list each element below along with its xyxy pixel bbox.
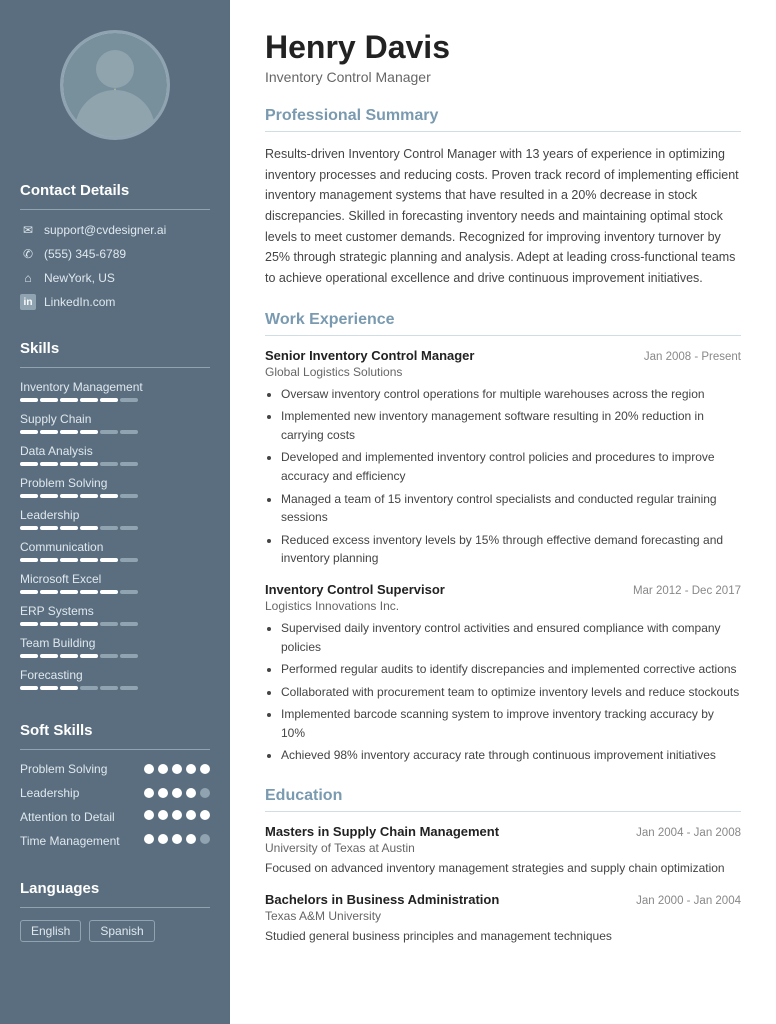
list-item: Developed and implemented inventory cont… (281, 448, 741, 485)
avatar (60, 30, 170, 140)
language-tags: English Spanish (20, 920, 210, 942)
home-icon: ⌂ (20, 270, 36, 286)
languages-section: Languages English Spanish (0, 880, 230, 942)
linkedin-icon: in (20, 294, 36, 310)
person-title: Inventory Control Manager (265, 69, 741, 85)
soft-skills-section: Soft Skills Problem Solving Leadership A… (0, 722, 230, 858)
soft-skill-problem-solving: Problem Solving (20, 762, 210, 776)
contact-title: Contact Details (20, 182, 210, 199)
job-1-bullets: Oversaw inventory control operations for… (265, 385, 741, 568)
skills-section: Skills Inventory Management Supply Chain… (0, 340, 230, 700)
job-2-title: Inventory Control Supervisor (265, 582, 445, 597)
skills-divider (20, 367, 210, 368)
soft-skills-title: Soft Skills (20, 722, 210, 739)
edu-2-header: Bachelors in Business Administration Jan… (265, 892, 741, 907)
soft-skill-leadership: Leadership (20, 786, 210, 800)
job-2-company: Logistics Innovations Inc. (265, 599, 741, 613)
contact-divider (20, 209, 210, 210)
job-2-dates: Mar 2012 - Dec 2017 (633, 585, 741, 597)
contact-section: Contact Details ✉ support@cvdesigner.ai … (0, 182, 230, 318)
job-2-header: Inventory Control Supervisor Mar 2012 - … (265, 582, 741, 597)
languages-title: Languages (20, 880, 210, 897)
list-item: Reduced excess inventory levels by 15% t… (281, 531, 741, 568)
edu-1-school: University of Texas at Austin (265, 841, 741, 855)
contact-phone: ✆ (555) 345-6789 (20, 246, 210, 262)
job-2-bullets: Supervised daily inventory control activ… (265, 619, 741, 765)
edu-2-degree: Bachelors in Business Administration (265, 892, 499, 907)
soft-skill-dots (144, 834, 210, 844)
soft-skill-dots (144, 764, 210, 774)
main-content: Henry Davis Inventory Control Manager Pr… (230, 0, 776, 1024)
experience-section-title: Work Experience (265, 311, 741, 329)
list-item: Achieved 98% inventory accuracy rate thr… (281, 746, 741, 765)
contact-address: ⌂ NewYork, US (20, 270, 210, 286)
list-item: Managed a team of 15 inventory control s… (281, 490, 741, 527)
skill-team-building: Team Building (20, 636, 210, 658)
edu-2-desc: Studied general business principles and … (265, 927, 741, 946)
education-section-title: Education (265, 787, 741, 805)
contact-email: ✉ support@cvdesigner.ai (20, 222, 210, 238)
lang-english: English (20, 920, 81, 942)
skill-data-analysis: Data Analysis (20, 444, 210, 466)
skill-microsoft-excel: Microsoft Excel (20, 572, 210, 594)
job-1-company: Global Logistics Solutions (265, 365, 741, 379)
skill-forecasting: Forecasting (20, 668, 210, 690)
list-item: Oversaw inventory control operations for… (281, 385, 741, 404)
soft-skill-attention-detail: Attention to Detail (20, 810, 210, 824)
person-name: Henry Davis (265, 30, 741, 65)
list-item: Performed regular audits to identify dis… (281, 660, 741, 679)
skills-title: Skills (20, 340, 210, 357)
lang-spanish: Spanish (89, 920, 154, 942)
summary-divider (265, 131, 741, 132)
contact-linkedin: in LinkedIn.com (20, 294, 210, 310)
experience-divider (265, 335, 741, 336)
summary-section-title: Professional Summary (265, 107, 741, 125)
phone-icon: ✆ (20, 246, 36, 262)
list-item: Collaborated with procurement team to op… (281, 683, 741, 702)
job-1-header: Senior Inventory Control Manager Jan 200… (265, 348, 741, 363)
skill-erp-systems: ERP Systems (20, 604, 210, 626)
edu-2-school: Texas A&M University (265, 909, 741, 923)
list-item: Implemented new inventory management sof… (281, 407, 741, 444)
email-icon: ✉ (20, 222, 36, 238)
edu-2-dates: Jan 2000 - Jan 2004 (636, 895, 741, 907)
skill-communication: Communication (20, 540, 210, 562)
skill-leadership: Leadership (20, 508, 210, 530)
soft-skill-dots (144, 810, 210, 820)
soft-skills-divider (20, 749, 210, 750)
skill-supply-chain: Supply Chain (20, 412, 210, 434)
summary-text: Results-driven Inventory Control Manager… (265, 144, 741, 288)
edu-1-dates: Jan 2004 - Jan 2008 (636, 827, 741, 839)
edu-1-desc: Focused on advanced inventory management… (265, 859, 741, 878)
list-item: Supervised daily inventory control activ… (281, 619, 741, 656)
job-1-title: Senior Inventory Control Manager (265, 348, 474, 363)
soft-skill-dots (144, 788, 210, 798)
education-divider (265, 811, 741, 812)
list-item: Implemented barcode scanning system to i… (281, 705, 741, 742)
skill-problem-solving: Problem Solving (20, 476, 210, 498)
sidebar: Contact Details ✉ support@cvdesigner.ai … (0, 0, 230, 1024)
skill-inventory-management: Inventory Management (20, 380, 210, 402)
edu-1-header: Masters in Supply Chain Management Jan 2… (265, 824, 741, 839)
soft-skill-time-management: Time Management (20, 834, 210, 848)
languages-divider (20, 907, 210, 908)
job-1-dates: Jan 2008 - Present (644, 351, 741, 363)
edu-1-degree: Masters in Supply Chain Management (265, 824, 499, 839)
